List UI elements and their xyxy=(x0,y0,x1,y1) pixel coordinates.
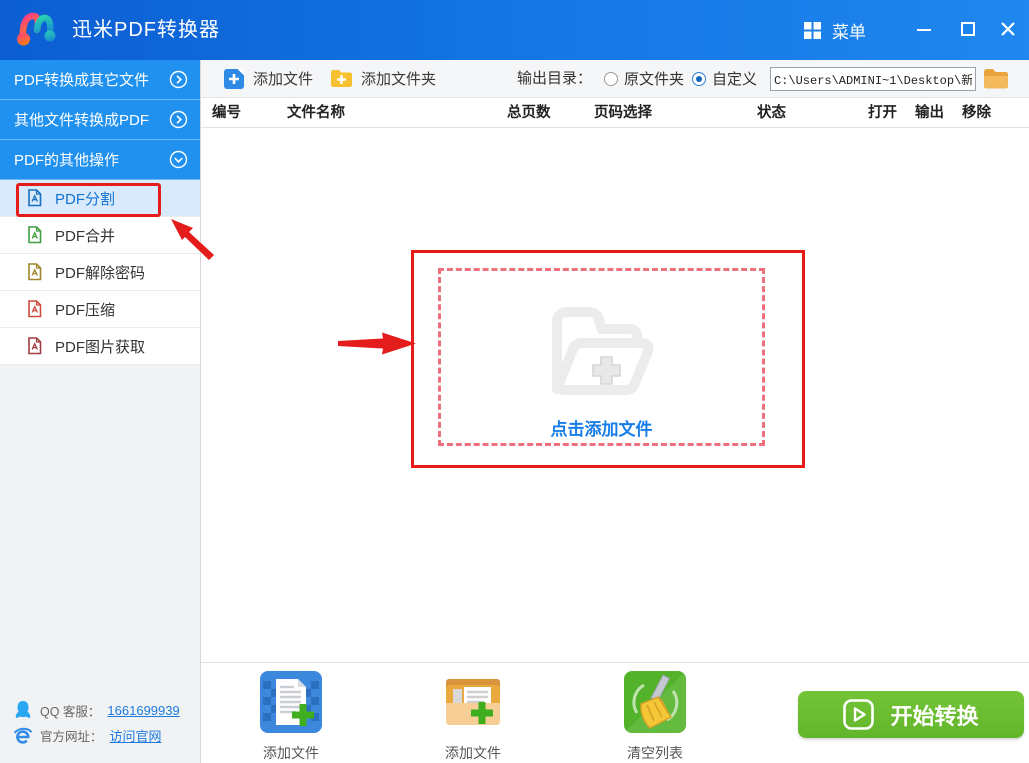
qq-number-link[interactable]: 1661699939 xyxy=(107,703,179,718)
close-icon xyxy=(1001,22,1015,36)
start-convert-button[interactable]: 开始转换 xyxy=(798,691,1024,738)
add-folder-big-label: 添加文件夹 xyxy=(445,745,501,761)
column-header-output: 输出 xyxy=(915,105,944,121)
add-file-big-button[interactable]: 添加文件 xyxy=(259,671,323,763)
radio-original-label: 原文件夹 xyxy=(624,71,685,88)
sidebar-subitem-label: PDF合并 xyxy=(55,227,116,245)
add-file-big-label: 添加文件 xyxy=(263,745,319,761)
add-file-big-icon xyxy=(260,671,322,733)
pdf-file-icon xyxy=(28,300,42,318)
chevron-right-circle-icon xyxy=(169,70,188,89)
sidebar-section-label: 其他文件转换成PDF xyxy=(14,112,150,129)
maximize-icon xyxy=(961,22,975,36)
sidebar-subitem-label: PDF解除密码 xyxy=(55,264,146,282)
radio-circle-checked-icon xyxy=(692,71,706,86)
sidebar-item-other-to-pdf[interactable]: 其他文件转换成PDF xyxy=(0,100,200,140)
column-header-remove: 移除 xyxy=(962,105,991,121)
add-folder-big-button[interactable]: 添加文件夹 xyxy=(441,671,505,763)
bottombar: 添加文件 添加文件夹 xyxy=(201,662,1029,763)
column-header-status: 状态 xyxy=(757,105,786,121)
sidebar-submenu: PDF分割 PDF合并 PDF解除密码 PDF压缩 PDF图片获取 xyxy=(0,180,200,365)
start-convert-label: 开始转换 xyxy=(890,703,979,729)
add-file-label: 添加文件 xyxy=(253,71,314,88)
column-header-open: 打开 xyxy=(868,105,897,121)
add-file-button[interactable]: 添加文件 xyxy=(223,60,313,97)
radio-custom-folder[interactable]: 自定义 xyxy=(692,60,757,97)
close-button[interactable] xyxy=(990,11,1026,47)
output-path-input[interactable] xyxy=(770,67,976,91)
menu-grid-icon xyxy=(804,21,821,39)
pdf-file-icon xyxy=(28,337,42,355)
minimize-icon xyxy=(917,29,931,31)
browse-folder-button[interactable] xyxy=(983,68,1009,90)
sidebar-section-label: PDF的其他操作 xyxy=(14,152,120,169)
browser-icon xyxy=(13,727,33,744)
sidebar-subitem-label: PDF图片获取 xyxy=(55,338,146,356)
add-folder-button[interactable]: 添加文件夹 xyxy=(330,60,436,97)
open-folder-add-icon xyxy=(551,307,653,395)
sidebar-item-pdf-split[interactable]: PDF分割 xyxy=(0,180,200,217)
toolbar: 添加文件 添加文件夹 输出目录： 原文件夹 自定义 xyxy=(201,60,1029,98)
pdf-file-icon xyxy=(28,189,42,207)
chevron-down-circle-icon xyxy=(169,150,188,169)
maximize-button[interactable] xyxy=(950,11,986,47)
sidebar-item-pdf-compress[interactable]: PDF压缩 xyxy=(0,291,200,328)
app-logo-icon xyxy=(17,12,56,46)
dropzone[interactable]: 点击添加文件 xyxy=(438,268,765,446)
menu-button[interactable]: 菜单 xyxy=(804,12,866,48)
site-label: 官方网址： xyxy=(40,730,103,744)
clear-list-label: 清空列表 xyxy=(627,745,683,761)
column-header-page-select: 页码选择 xyxy=(594,105,652,121)
sidebar-item-pdf-extract-images[interactable]: PDF图片获取 xyxy=(0,328,200,365)
chevron-right-circle-icon xyxy=(169,110,188,129)
add-folder-label: 添加文件夹 xyxy=(361,71,437,88)
app-title: 迅米PDF转换器 xyxy=(72,19,220,41)
qq-label: QQ 客服： xyxy=(40,705,101,719)
pdf-file-icon xyxy=(28,263,42,281)
add-file-icon xyxy=(224,68,244,89)
sidebar-item-pdf-to-other[interactable]: PDF转换成其它文件 xyxy=(0,60,200,100)
menu-label: 菜单 xyxy=(832,22,866,42)
qq-icon xyxy=(15,700,31,718)
sidebar-item-pdf-unlock[interactable]: PDF解除密码 xyxy=(0,254,200,291)
clear-list-broom-icon xyxy=(624,671,686,733)
titlebar: 迅米PDF转换器 菜单 xyxy=(0,0,1029,60)
column-header-index: 编号 xyxy=(212,105,241,121)
sidebar-section-label: PDF转换成其它文件 xyxy=(14,72,150,89)
sidebar-subitem-label: PDF分割 xyxy=(55,190,116,208)
minimize-button[interactable] xyxy=(906,11,942,47)
add-folder-big-icon xyxy=(446,679,500,725)
radio-custom-label: 自定义 xyxy=(712,71,758,88)
pdf-file-icon xyxy=(28,226,42,244)
sidebar: PDF转换成其它文件 其他文件转换成PDF PDF的其他操作 PDF分割 PDF… xyxy=(0,60,201,763)
sidebar-item-pdf-merge[interactable]: PDF合并 xyxy=(0,217,200,254)
dropzone-hint: 点击添加文件 xyxy=(550,420,653,439)
file-list-header: 编号 文件名称 总页数 页码选择 状态 打开 输出 移除 xyxy=(201,98,1029,128)
app-window: 迅米PDF转换器 菜单 PDF转换成其它文件 其他文件转换成PDF PDF的其他… xyxy=(0,0,1029,763)
column-header-total-pages: 总页数 xyxy=(507,105,551,121)
add-folder-icon xyxy=(331,70,352,87)
play-icon xyxy=(843,699,875,730)
column-header-filename: 文件名称 xyxy=(287,105,345,121)
output-dir-label: 输出目录： xyxy=(517,70,593,87)
sidebar-item-pdf-other-ops[interactable]: PDF的其他操作 xyxy=(0,140,200,180)
radio-original-folder[interactable]: 原文件夹 xyxy=(604,60,684,97)
sidebar-subitem-label: PDF压缩 xyxy=(55,301,116,319)
support-info: QQ 客服： 1661699939 官方网址： 访问官网 xyxy=(13,698,180,748)
official-site-link[interactable]: 访问官网 xyxy=(110,726,162,745)
browse-folder-icon xyxy=(984,69,1008,89)
clear-list-button[interactable]: 清空列表 xyxy=(623,671,687,763)
radio-circle-icon xyxy=(604,71,618,86)
